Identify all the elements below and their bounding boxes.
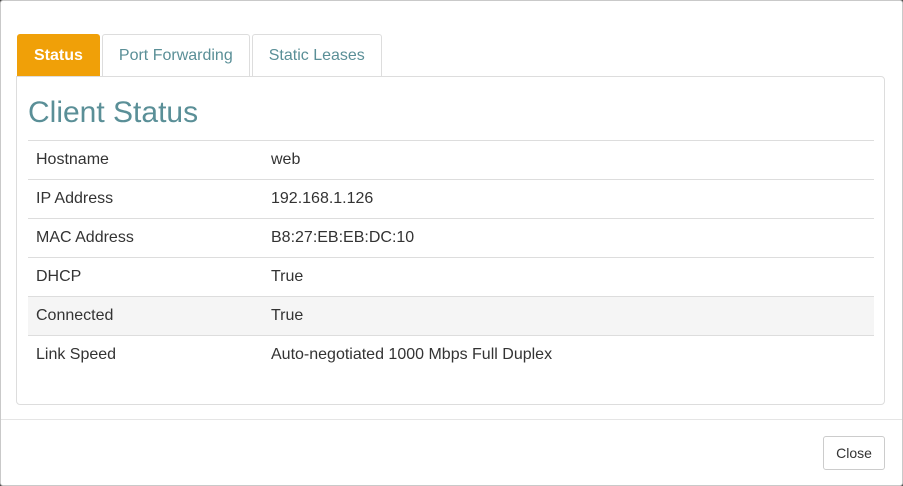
- row-key: Link Speed: [28, 335, 263, 374]
- tab-port-forwarding[interactable]: Port Forwarding: [101, 34, 250, 77]
- table-row: Hostname web: [28, 140, 874, 180]
- row-key: Connected: [28, 296, 263, 336]
- footer-divider: [1, 419, 902, 420]
- row-value: True: [263, 296, 874, 336]
- row-key: IP Address: [28, 179, 263, 219]
- panel-title: Client Status: [28, 96, 199, 129]
- table-row: Link Speed Auto-negotiated 1000 Mbps Ful…: [28, 335, 874, 374]
- row-key: Hostname: [28, 140, 263, 180]
- client-dialog: Status Port Forwarding Static Leases Cli…: [0, 0, 903, 486]
- modal-body: Status Port Forwarding Static Leases Cli…: [1, 1, 902, 419]
- status-panel: Client Status Hostname web IP Address 19…: [16, 76, 885, 405]
- table-row: Connected True: [28, 296, 874, 336]
- tab-static-leases[interactable]: Static Leases: [251, 34, 382, 77]
- row-value: B8:27:EB:EB:DC:10: [263, 218, 874, 258]
- row-value: Auto-negotiated 1000 Mbps Full Duplex: [263, 335, 874, 374]
- row-key: DHCP: [28, 257, 263, 297]
- client-status-table: Hostname web IP Address 192.168.1.126 MA…: [28, 140, 874, 374]
- row-value: 192.168.1.126: [263, 179, 874, 219]
- row-value: web: [263, 140, 874, 180]
- table-row: DHCP True: [28, 257, 874, 297]
- table-row: IP Address 192.168.1.126: [28, 179, 874, 219]
- close-button[interactable]: Close: [823, 436, 885, 470]
- row-key: MAC Address: [28, 218, 263, 258]
- table-row: MAC Address B8:27:EB:EB:DC:10: [28, 218, 874, 258]
- tab-status[interactable]: Status: [17, 34, 100, 77]
- tab-bar: Status Port Forwarding Static Leases: [17, 33, 384, 77]
- row-value: True: [263, 257, 874, 297]
